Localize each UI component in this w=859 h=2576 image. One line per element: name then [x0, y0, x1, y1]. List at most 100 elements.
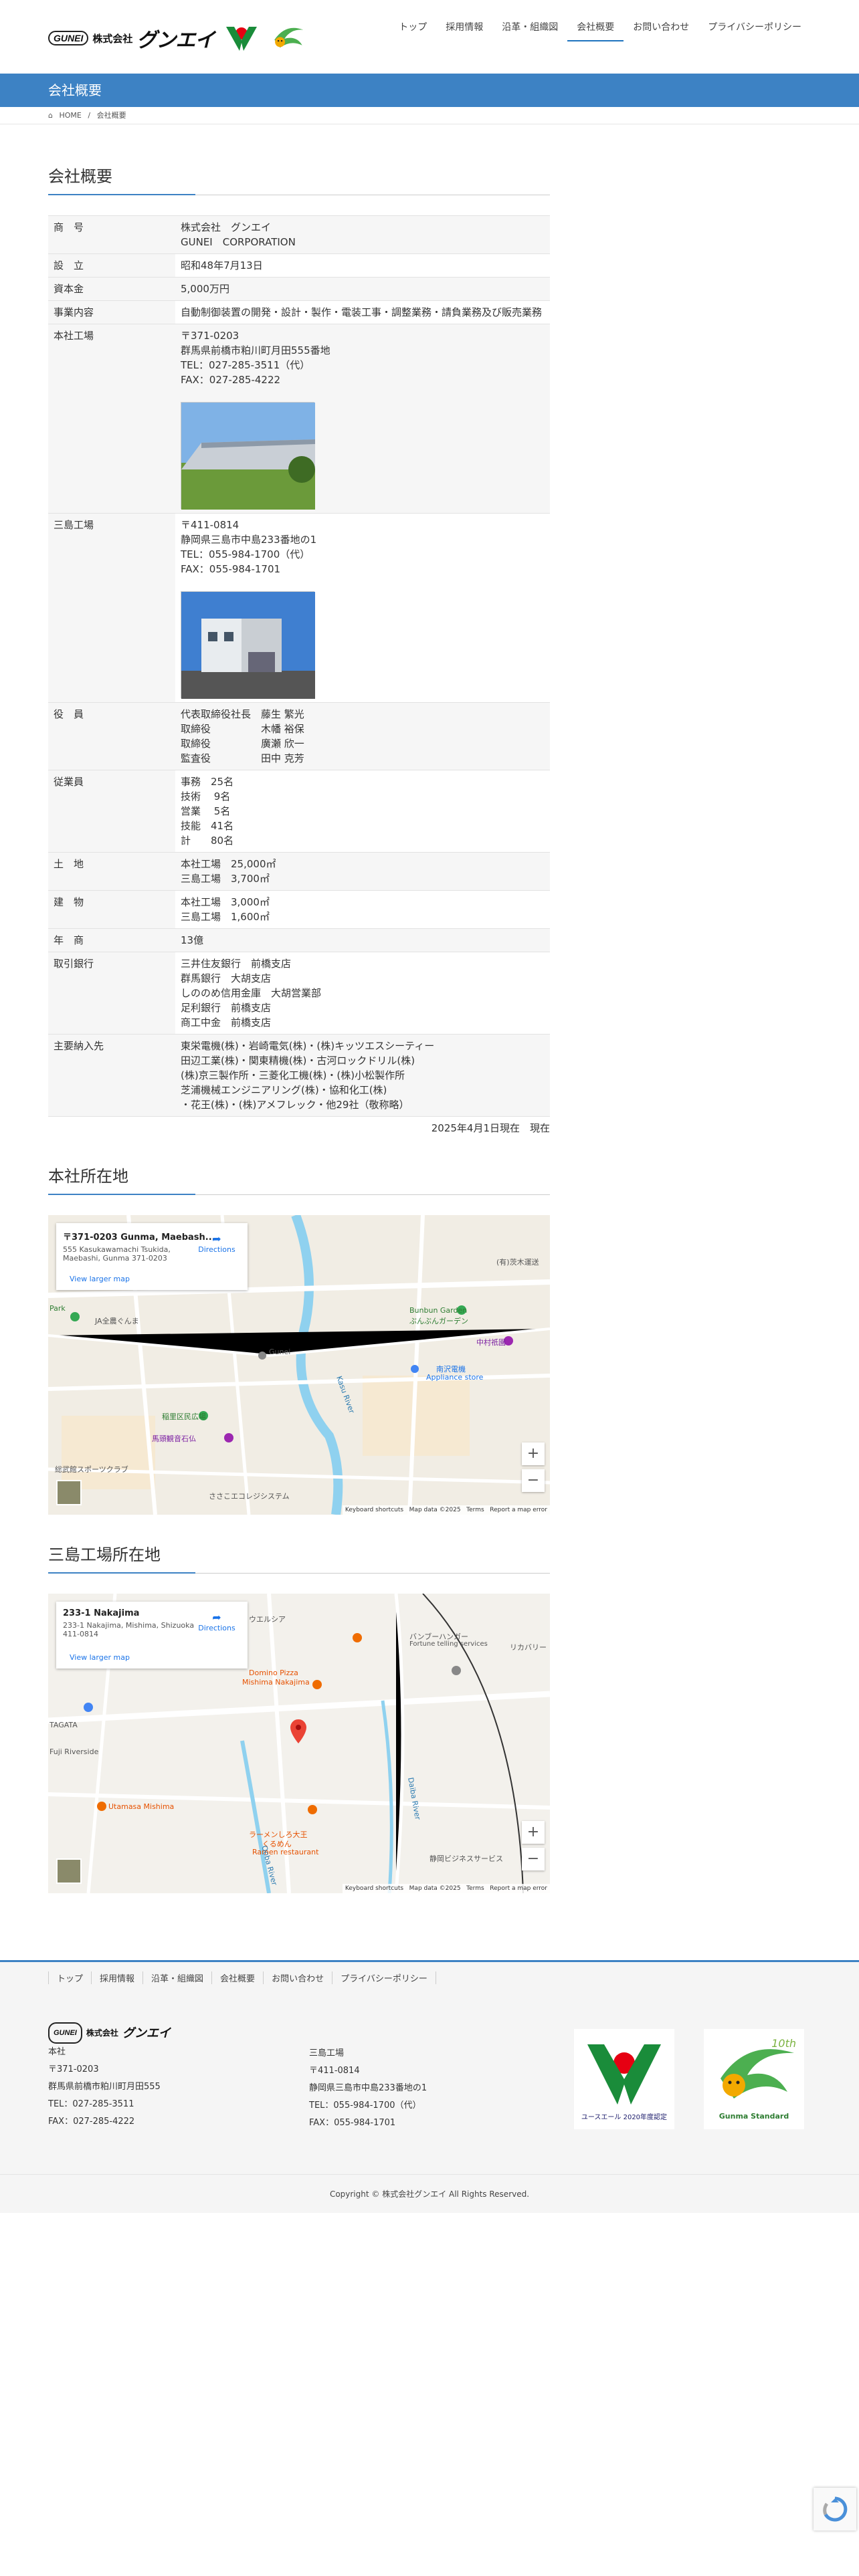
keyboard-shortcuts-link[interactable]: Keyboard shortcuts [345, 1507, 403, 1513]
info-key: 資本金 [48, 277, 175, 301]
info-value-line: 静岡県三島市中島233番地の1 [181, 534, 317, 546]
info-value-line: 株式会社 グンエイ [181, 221, 272, 233]
map-label: リカバリー [510, 1643, 547, 1652]
info-value-line: 本社工場 25,000㎡ [181, 858, 276, 870]
map-label: JA全農ぐんま [95, 1317, 139, 1325]
map-label: Domino Pizza [249, 1669, 298, 1677]
mishima-map[interactable]: Domino Pizza Mishima Nakajima バンブーハンガー F… [48, 1594, 550, 1893]
page-title-bar: 会社概要 [0, 74, 859, 107]
map-directions-button[interactable]: ➦ Directions [197, 1611, 237, 1632]
info-value-line: 商工中金 前橋支店 [181, 1016, 272, 1029]
footer-nav-contact[interactable]: お問い合わせ [263, 1971, 332, 1984]
info-value: 自動制御装置の開発・設計・製作・電装工事・調整業務・請負業務及び販売業務 [175, 300, 550, 324]
youth-yell-badge[interactable]: ユースエール 2020年度認定 [574, 2029, 674, 2129]
terms-link[interactable]: Terms [466, 1885, 484, 1892]
footer-nav-privacy[interactable]: プライバシーポリシー [332, 1971, 436, 1984]
report-error-link[interactable]: Report a map error [490, 1507, 547, 1513]
footer-nav-recruit[interactable]: 採用情報 [91, 1971, 142, 1984]
info-value-line: 13億 [181, 934, 204, 946]
gunma-standard-badge-icon [269, 20, 308, 56]
recaptcha-badge[interactable] [814, 2488, 856, 2531]
directions-icon: ➦ [212, 1611, 221, 1624]
map-satellite-toggle[interactable] [56, 1480, 82, 1505]
map-footer: Keyboard shortcuts Map data ©2025 Terms … [342, 1884, 550, 1893]
youth-yell-text: ユースエール 2020年度認定 [581, 2113, 668, 2121]
info-value-line: 計 80名 [181, 835, 234, 847]
nav-item-contact[interactable]: お問い合わせ [624, 20, 698, 41]
info-key: 年 商 [48, 928, 175, 952]
map-label: Park [50, 1304, 66, 1313]
mishima-map-heading: 三島工場所在地 [48, 1541, 550, 1574]
zoom-out-button[interactable]: − [522, 1469, 545, 1492]
info-value-line: 三島工場 3,700㎡ [181, 873, 270, 885]
nav-item-recruit[interactable]: 採用情報 [436, 20, 492, 41]
info-value: 本社工場 3,000㎡ 三島工場 1,600㎡ [175, 890, 550, 929]
footer-nav-history[interactable]: 沿革・組織図 [142, 1971, 211, 1984]
info-row: 資本金 5,000万円 [48, 277, 550, 301]
zoom-out-button[interactable]: − [522, 1848, 545, 1870]
footer-nav-company[interactable]: 会社概要 [211, 1971, 263, 1984]
info-value-line: 田辺工業(株)・関東精機(株)・古河ロックドリル(株) [181, 1055, 415, 1067]
info-value-line: 取締役 木幡 裕保 [181, 723, 304, 735]
copyright-bar: Copyright © 株式会社グンエイ All Rights Reserved… [0, 2174, 859, 2213]
info-value-line: GUNEI CORPORATION [181, 236, 296, 248]
zoom-in-button[interactable]: + [522, 1821, 545, 1844]
info-value-line: TEL：027-285-3511（代） [181, 359, 310, 371]
page-title: 会社概要 [48, 82, 102, 98]
info-row: 事業内容 自動制御装置の開発・設計・製作・電装工事・調整業務・請負業務及び販売業務 [48, 300, 550, 324]
info-row: 役 員代表取締役社長 藤生 繁光 取締役 木幡 裕保 取締役 廣瀬 欣一 監査役 田中… [48, 702, 550, 770]
footer-logo-corp: 株式会社 [86, 2028, 118, 2038]
info-key: 商 号 [48, 215, 175, 254]
copyright-text: Copyright © 株式会社グンエイ All Rights Reserved… [329, 2189, 530, 2199]
terms-link[interactable]: Terms [466, 1507, 484, 1513]
map-label: Appliance store [426, 1373, 484, 1382]
map-label: 中村祇園 [476, 1338, 506, 1347]
hq-map[interactable]: Bunbun Garden ぶんぶんガーデン 南沢電機 Appliance st… [48, 1215, 550, 1515]
gunma-standard-badge[interactable]: 10th Gunma Standard [704, 2029, 804, 2129]
info-key: 建 物 [48, 890, 175, 929]
zoom-in-button[interactable]: + [522, 1442, 545, 1465]
site-header: GUNEI 株式会社 グンエイ トップ 採用情報 沿革・組織図 会社概要 お問い… [0, 0, 859, 74]
map-directions-button[interactable]: ➦ Directions [197, 1232, 237, 1254]
footer-logo: GUNEI 株式会社 グンエイ [48, 2022, 171, 2044]
map-label: Fortune telling services [409, 1640, 488, 1648]
info-key: 事業内容 [48, 300, 175, 324]
info-value: 東栄電機(株)・岩崎電気(株)・(株)キッツエスシーティー 田辺工業(株)・関東精… [175, 1034, 550, 1117]
nav-item-company[interactable]: 会社概要 [567, 20, 624, 41]
info-key: 役 員 [48, 702, 175, 770]
footer-mishima-line: FAX：055-984-1701 [309, 2118, 396, 2128]
breadcrumb: ⌂ HOME / 会社概要 [0, 107, 859, 124]
footer-nav-top[interactable]: トップ [48, 1971, 91, 1984]
info-row: 従業員 事務 25名 技術 9名 営業 5名 技能 41名計 80名 [48, 770, 550, 853]
nav-item-history[interactable]: 沿革・組織図 [492, 20, 567, 41]
nav-item-privacy[interactable]: プライバシーポリシー [698, 20, 811, 41]
view-larger-map-link[interactable]: View larger map [70, 1275, 130, 1283]
map-satellite-toggle[interactable] [56, 1858, 82, 1884]
info-value-line: 代表取締役社長 藤生 繁光 [181, 708, 304, 720]
site-logo[interactable]: GUNEI 株式会社 グンエイ [48, 20, 308, 56]
hq-factory-photo [181, 402, 315, 510]
nav-item-top[interactable]: トップ [389, 20, 436, 41]
info-value: 13億 [175, 928, 550, 952]
home-icon: ⌂ [48, 111, 53, 120]
info-value-line: ・花王(株)・(株)アメフレック・他29社（敬称略） [181, 1099, 409, 1111]
info-key: 設 立 [48, 253, 175, 278]
report-error-link[interactable]: Report a map error [490, 1885, 547, 1892]
map-footer: Keyboard shortcuts Map data ©2025 Terms … [342, 1505, 550, 1515]
info-value-line: 事務 25名 [181, 776, 234, 788]
footer-mishima-line: 静岡県三島市中島233番地の1 [309, 2083, 427, 2093]
youth-yell-logo-icon [587, 2044, 661, 2105]
view-larger-map-link[interactable]: View larger map [70, 1653, 130, 1662]
info-value-line: (株)京三製作所・三菱化工機(株)・(株)小松製作所 [181, 1069, 405, 1081]
info-value: 事務 25名 技術 9名 営業 5名 技能 41名計 80名 [175, 770, 550, 853]
breadcrumb-home[interactable]: HOME [59, 111, 81, 120]
footer-mishima-address: 三島工場 〒411-0814 静岡県三島市中島233番地の1 TEL：055-9… [309, 2045, 427, 2132]
info-value-line: 芝浦機械エンジニアリング(株)・協和化工(株) [181, 1084, 387, 1096]
info-value-line: 監査役 田中 克芳 [181, 752, 304, 764]
info-value-line: 群馬銀行 大胡支店 [181, 972, 272, 984]
info-value-line: FAX：027-285-4222 [181, 374, 281, 386]
keyboard-shortcuts-link[interactable]: Keyboard shortcuts [345, 1885, 403, 1892]
map-label: Fuji Riverside [50, 1747, 99, 1756]
info-value: 三井住友銀行 前橋支店 群馬銀行 大胡支店 しののめ信用金庫 大胡営業部 足利銀行 前… [175, 952, 550, 1035]
info-value-line: 取締役 廣瀬 欣一 [181, 738, 304, 750]
